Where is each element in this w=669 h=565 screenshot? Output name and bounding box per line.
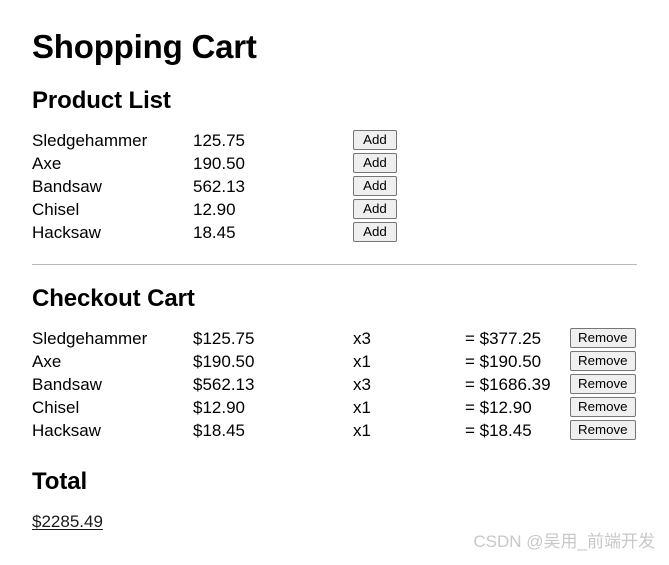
section-divider-wrap [32, 244, 637, 287]
product-name: Bandsaw [32, 177, 102, 196]
cart-item-subtotal: = $1686.39 [465, 375, 551, 394]
product-row: Sledgehammer 125.75 Add [32, 129, 637, 152]
cart-row: Bandsaw $562.13 x3 = $1686.39 Remove [32, 373, 637, 396]
section-divider [32, 264, 637, 265]
cart-item-name: Bandsaw [32, 375, 102, 394]
product-list-section: Product List Sledgehammer 125.75 Add Axe… [32, 89, 637, 244]
page-title: Shopping Cart [32, 28, 257, 65]
product-row: Axe 190.50 Add [32, 152, 637, 175]
product-price: 562.13 [193, 177, 245, 196]
cart-row: Chisel $12.90 x1 = $12.90 Remove [32, 396, 637, 419]
cart-row: Axe $190.50 x1 = $190.50 Remove [32, 350, 637, 373]
product-name: Axe [32, 154, 62, 173]
product-price: 125.75 [193, 131, 245, 150]
remove-from-cart-button[interactable]: Remove [570, 374, 636, 394]
product-list-heading: Product List [32, 87, 171, 114]
total-heading: Total [32, 468, 88, 495]
checkout-cart-section: Checkout Cart Sledgehammer $125.75 x3 = … [32, 287, 637, 442]
total-amount[interactable]: $2285.49 [32, 511, 103, 532]
cart-item-subtotal: = $377.25 [465, 329, 542, 348]
remove-from-cart-button[interactable]: Remove [570, 397, 636, 417]
total-section: Total $2285.49 [32, 470, 637, 532]
product-name: Sledgehammer [32, 131, 148, 150]
remove-from-cart-button[interactable]: Remove [570, 420, 636, 440]
product-price: 18.45 [193, 223, 236, 242]
cart-item-name: Axe [32, 352, 62, 371]
cart-item-price: $125.75 [193, 329, 255, 348]
product-row: Chisel 12.90 Add [32, 198, 637, 221]
cart-item-price: $562.13 [193, 375, 255, 394]
product-name: Chisel [32, 200, 80, 219]
product-price: 12.90 [193, 200, 236, 219]
product-name: Hacksaw [32, 223, 101, 242]
add-to-cart-button[interactable]: Add [353, 199, 397, 219]
cart-item-quantity: x3 [353, 329, 371, 348]
product-row: Hacksaw 18.45 Add [32, 221, 637, 244]
cart-item-quantity: x1 [353, 352, 371, 371]
remove-from-cart-button[interactable]: Remove [570, 351, 636, 371]
cart-item-price: $12.90 [193, 398, 245, 417]
cart-item-name: Chisel [32, 398, 80, 417]
cart-item-subtotal: = $190.50 [465, 352, 542, 371]
cart-item-subtotal: = $12.90 [465, 398, 532, 417]
product-price: 190.50 [193, 154, 245, 173]
cart-item-quantity: x3 [353, 375, 371, 394]
add-to-cart-button[interactable]: Add [353, 130, 397, 150]
add-to-cart-button[interactable]: Add [353, 153, 397, 173]
cart-item-name: Sledgehammer [32, 329, 148, 348]
product-row: Bandsaw 562.13 Add [32, 175, 637, 198]
watermark: CSDN @吴用_前端开发 [473, 532, 655, 551]
cart-row: Sledgehammer $125.75 x3 = $377.25 Remove [32, 327, 637, 350]
product-list-rows: Sledgehammer 125.75 Add Axe 190.50 Add B… [32, 129, 637, 244]
cart-item-price: $18.45 [193, 421, 245, 440]
cart-item-quantity: x1 [353, 398, 371, 417]
cart-row: Hacksaw $18.45 x1 = $18.45 Remove [32, 419, 637, 442]
checkout-cart-rows: Sledgehammer $125.75 x3 = $377.25 Remove… [32, 327, 637, 442]
cart-item-subtotal: = $18.45 [465, 421, 532, 440]
cart-item-price: $190.50 [193, 352, 255, 371]
cart-item-name: Hacksaw [32, 421, 101, 440]
add-to-cart-button[interactable]: Add [353, 222, 397, 242]
add-to-cart-button[interactable]: Add [353, 176, 397, 196]
checkout-cart-heading: Checkout Cart [32, 285, 195, 312]
remove-from-cart-button[interactable]: Remove [570, 328, 636, 348]
cart-page: Shopping Cart Product List Sledgehammer … [32, 0, 637, 532]
cart-item-quantity: x1 [353, 421, 371, 440]
